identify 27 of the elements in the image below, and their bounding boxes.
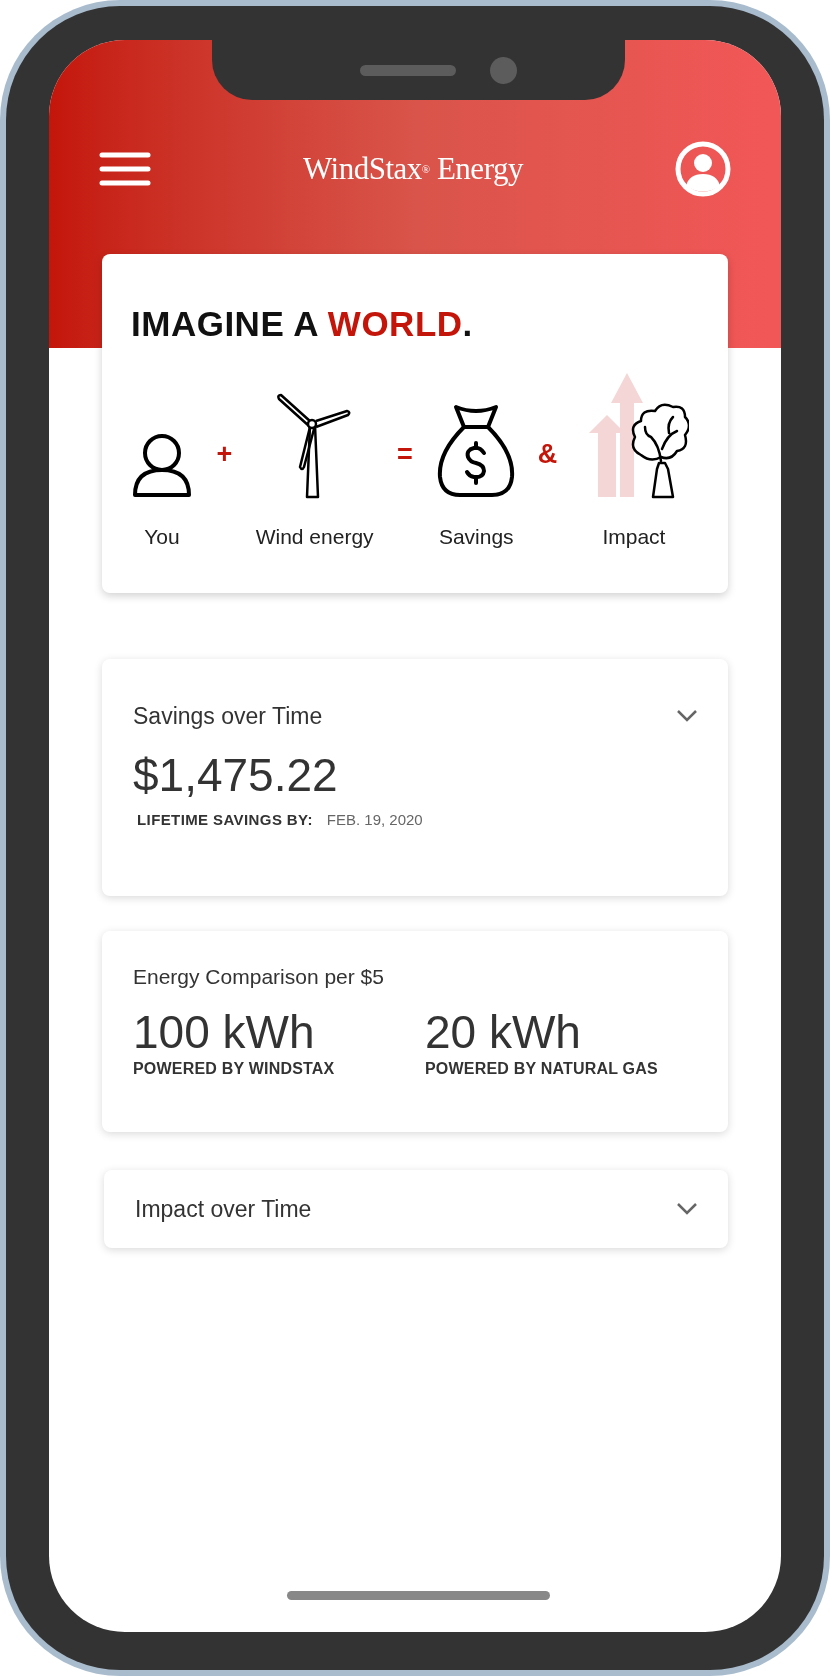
person-icon [131, 432, 193, 499]
item-label: Wind energy [255, 523, 374, 550]
operator-symbol: + [215, 437, 234, 471]
caption-label: LIFETIME SAVINGS BY: [137, 809, 313, 830]
chevron-down-icon[interactable] [676, 1202, 698, 1216]
stat-label: POWERED BY WINDSTAX [133, 1059, 336, 1080]
menu-icon[interactable] [99, 151, 151, 187]
card-title: Savings over Time [133, 702, 323, 731]
operator-symbol: & [536, 437, 559, 471]
money-bag-icon [436, 402, 517, 499]
item-label: You [144, 523, 180, 550]
stat-value: 20 kWh [425, 1006, 582, 1058]
wind-turbine-icon [276, 392, 353, 499]
item-label: Savings [438, 523, 514, 550]
profile-icon[interactable] [675, 141, 731, 197]
operator-symbol: = [396, 437, 414, 471]
item-label: Impact [602, 523, 666, 550]
savings-amount: $1,475.22 [133, 747, 339, 803]
app-title: WindStax$^{®}$ Energy [303, 149, 523, 188]
chevron-down-icon[interactable] [676, 709, 698, 724]
stat-value: 100 kWh [133, 1006, 316, 1058]
intro-heading: IMAGINE A WORLD. [131, 303, 474, 345]
card-title: Impact over Time [135, 1194, 312, 1224]
caption-date: FEB. 19, 2020 [326, 809, 423, 830]
card-title: Energy Comparison per $5 [133, 964, 385, 990]
stat-label: POWERED BY NATURAL GAS [425, 1059, 659, 1080]
camera-lens [490, 56, 517, 84]
